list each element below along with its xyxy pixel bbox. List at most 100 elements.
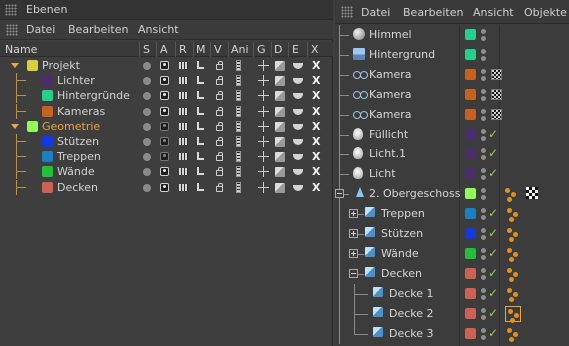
layer-name[interactable]: Projekt [42,59,80,72]
menu-datei[interactable]: Datei [361,6,390,19]
object-row[interactable]: Decken ✓ [335,263,569,284]
render-icon[interactable] [179,138,188,145]
layer-name[interactable]: Wände [57,165,95,178]
enabled-check-icon[interactable]: ✓ [488,128,498,140]
render-visibility-dot[interactable] [481,254,486,260]
solo-toggle-icon[interactable] [143,168,151,177]
enabled-check-icon[interactable]: ✓ [488,327,498,339]
object-row[interactable]: Licht.1 ✓ [335,144,569,165]
layer-name[interactable]: Lichter [57,74,95,87]
animation-icon[interactable] [236,105,241,117]
object-row[interactable]: 2. Obergeschoss [335,184,569,205]
object-row[interactable]: Hintergrund [335,44,569,65]
lock-icon[interactable] [216,152,223,162]
expression-icon[interactable] [293,108,303,115]
col-deformers[interactable]: D [274,43,282,56]
layer-color-swatch[interactable] [465,128,476,140]
material-tag-icon[interactable] [505,206,521,223]
grip-icon[interactable] [6,24,18,36]
xref-icon[interactable]: X [312,136,322,148]
col-animation[interactable]: Ani [231,43,249,56]
render-visibility-dot[interactable] [481,294,486,300]
render-icon[interactable] [179,92,188,100]
object-row[interactable]: Kamera [335,104,569,125]
object-name[interactable]: Hintergrund [369,48,435,61]
manager-tree-icon[interactable] [197,152,204,161]
object-name[interactable]: Decke 1 [389,287,434,300]
object-row[interactable]: Licht ✓ [335,164,569,185]
solo-toggle-icon[interactable] [143,138,151,146]
material-tag-icon[interactable] [505,246,521,262]
xref-icon[interactable]: X [312,181,322,194]
solo-toggle-icon[interactable] [143,77,151,86]
expression-icon[interactable] [293,63,303,69]
editor-visibility-dot[interactable] [481,287,486,293]
col-visible-editor[interactable]: A [160,43,168,56]
editor-visibility-dot[interactable] [481,228,486,233]
render-visibility-dot[interactable] [481,235,486,240]
editor-visibility-dot[interactable] [481,29,486,34]
manager-tree-icon[interactable] [197,91,204,100]
object-name[interactable]: Licht.1 [369,147,406,160]
xref-icon[interactable]: X [312,90,322,102]
object-row[interactable]: Kamera [335,64,569,85]
render-visibility-dot[interactable] [481,55,486,61]
xref-icon[interactable]: X [312,166,322,178]
manager-tree-icon[interactable] [197,61,204,69]
manager-tree-icon[interactable] [197,121,204,130]
object-name[interactable]: Kamera [369,108,412,121]
layer-color-swatch[interactable] [465,188,476,200]
lock-icon[interactable] [216,121,223,131]
editor-visibility-dot[interactable] [481,48,486,54]
menu-ansicht[interactable]: Ansicht [138,23,179,36]
expression-icon[interactable] [293,139,303,145]
object-name[interactable]: Kamera [369,88,412,101]
layer-row[interactable]: Hintergründe X [0,88,333,104]
render-visibility-dot[interactable] [481,155,486,161]
object-row[interactable]: Decke 2 ✓ [335,303,569,324]
layer-row[interactable]: Treppen X [0,149,333,165]
col-expressions[interactable]: E [292,43,299,56]
enabled-check-icon[interactable]: ✓ [488,307,498,319]
solo-toggle-icon[interactable] [143,92,151,101]
generator-icon[interactable] [258,166,269,178]
generator-icon[interactable] [258,120,269,132]
enabled-check-icon[interactable]: ✓ [488,267,498,279]
animation-icon[interactable] [236,60,241,71]
layer-name[interactable]: Decken [57,181,98,194]
editor-visibility-dot[interactable] [481,327,486,333]
expand-triangle-icon[interactable] [11,63,19,68]
col-render[interactable]: R [179,43,187,56]
layer-color-swatch[interactable] [27,120,38,132]
visible-eye-icon[interactable] [160,76,169,86]
expression-icon[interactable] [293,154,303,161]
animation-icon[interactable] [236,181,241,193]
layer-row[interactable]: Projekt X [0,58,333,74]
expand-toggle-icon[interactable] [349,248,358,258]
visible-eye-icon[interactable] [160,152,169,162]
enabled-check-icon[interactable]: ✓ [488,167,498,179]
expand-toggle-icon[interactable] [349,229,358,238]
editor-visibility-dot[interactable] [481,208,486,214]
layer-color-swatch[interactable] [42,136,53,147]
solo-toggle-icon[interactable] [143,183,151,192]
generator-icon[interactable] [258,75,269,87]
render-icon[interactable] [179,77,188,85]
visible-eye-icon[interactable] [160,106,169,116]
layer-color-swatch[interactable] [465,307,476,319]
xref-icon[interactable]: X [312,75,322,87]
object-row[interactable]: Treppen ✓ [335,204,569,225]
editor-visibility-dot[interactable] [481,128,486,134]
generator-icon[interactable] [258,181,269,193]
menu-bearbeiten[interactable]: Bearbeiten [68,23,128,36]
layer-color-swatch[interactable] [465,287,476,299]
layer-color-swatch[interactable] [465,88,476,100]
layer-color-swatch[interactable] [465,48,476,60]
render-visibility-dot[interactable] [481,95,486,101]
target-tag-icon[interactable] [491,88,502,100]
expression-icon[interactable] [293,184,303,191]
lock-icon[interactable] [216,61,223,70]
menu-objekte[interactable]: Objekte [524,6,567,19]
expand-toggle-icon[interactable] [349,209,358,219]
generator-icon[interactable] [258,136,269,147]
